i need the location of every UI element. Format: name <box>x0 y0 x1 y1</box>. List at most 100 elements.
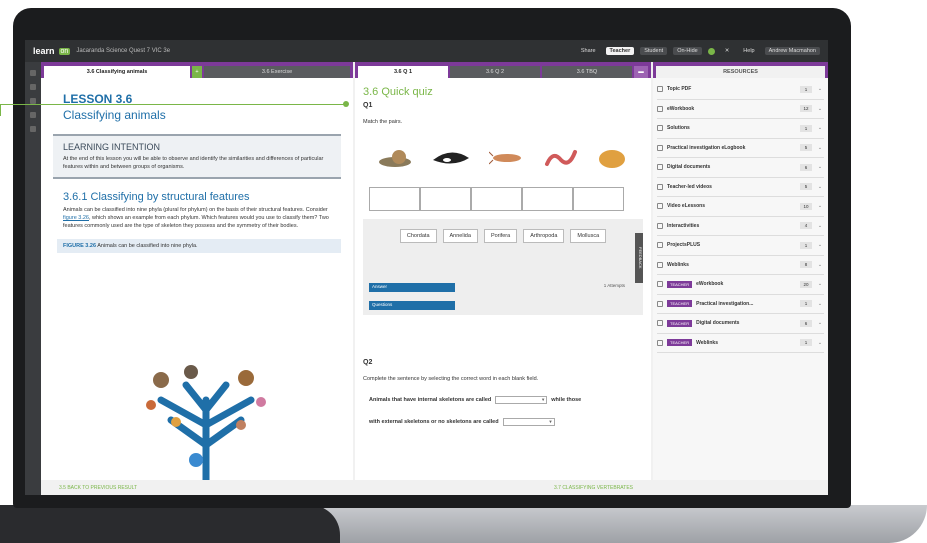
q2-blank-2[interactable]: ▾ <box>502 418 555 426</box>
orca-image <box>433 152 469 164</box>
teacher-toggle[interactable]: Teacher <box>605 47 635 55</box>
help-button[interactable]: Help <box>739 47 758 55</box>
answer-dropdown[interactable]: Answer <box>369 283 455 292</box>
resources-header: RESOURCES <box>653 62 828 78</box>
resource-row[interactable]: Weblinks 8 ⌄ <box>657 256 824 275</box>
resource-count: 6 <box>800 319 812 327</box>
chevron-down-icon[interactable]: ⌄ <box>816 145 824 151</box>
app-logo[interactable]: learn <box>33 46 55 56</box>
resource-name: Topic PDF <box>667 86 692 93</box>
feedback-handle[interactable]: FEEDBACK <box>635 233 643 283</box>
tab-lesson[interactable]: 3.6 Classifying animals <box>44 66 190 78</box>
resource-name: Digital documents <box>696 320 740 327</box>
figure-link[interactable]: figure 3.26 <box>63 215 89 221</box>
chevron-down-icon[interactable]: ⌄ <box>816 281 824 287</box>
previous-link[interactable]: 3.5 BACK TO PREVIOUS RESULT <box>59 485 137 491</box>
resource-row[interactable]: Interactivities 4 ⌄ <box>657 217 824 236</box>
drop-slot-4[interactable] <box>522 187 573 211</box>
drop-slot-3[interactable] <box>471 187 522 211</box>
q2-sentence-a: Animals that have internal skeletons are… <box>369 397 492 403</box>
rail-bookmark-icon[interactable] <box>30 112 36 118</box>
chip-porifera[interactable]: Porifera <box>483 229 518 243</box>
tab-tbq[interactable]: 3.6 TBQ <box>542 66 632 78</box>
resource-count: 5 <box>800 144 812 152</box>
q1-label: Q1 <box>363 102 373 109</box>
title-breadcrumb[interactable]: Jacaranda Science Quest 7 VIC 3e <box>76 48 170 54</box>
chip-annelida[interactable]: Annelida <box>442 229 478 243</box>
phylum-tree-image[interactable] <box>131 360 281 480</box>
resource-row[interactable]: TEACHER Practical investigation... 1 ⌄ <box>657 295 824 314</box>
resource-name: Practical investigation... <box>696 300 754 307</box>
questions-dropdown[interactable]: Questions <box>369 301 455 310</box>
crayfish-image <box>489 151 521 165</box>
resource-row[interactable]: ProjectsPLUS 1 ⌄ <box>657 236 824 256</box>
chip-mollusca[interactable]: Mollusca <box>570 229 607 243</box>
resource-row[interactable]: Topic PDF 1 ⌄ <box>657 80 824 100</box>
share-button[interactable]: Share <box>577 47 600 55</box>
resource-type-icon <box>657 222 663 229</box>
chevron-down-icon[interactable]: ⌄ <box>816 320 824 326</box>
chevron-down-icon[interactable]: ⌄ <box>816 203 824 209</box>
chevron-down-icon[interactable]: ⌄ <box>816 164 824 170</box>
resource-row[interactable]: TEACHER eWorkbook 20 ⌄ <box>657 275 824 295</box>
drop-slot-2[interactable] <box>420 187 471 211</box>
close-icon[interactable]: ✕ <box>721 47 734 55</box>
resource-row[interactable]: Video eLessons 10 ⌄ <box>657 197 824 217</box>
q2-blank-1[interactable]: ▾ <box>495 396 548 404</box>
chip-arthropoda[interactable]: Arthropoda <box>523 229 565 243</box>
chevron-down-icon[interactable]: ⌄ <box>816 86 824 92</box>
tab-more-icon[interactable]: ▬ <box>634 66 648 78</box>
resource-row[interactable]: TEACHER Digital documents 6 ⌄ <box>657 314 824 334</box>
rail-menu-icon[interactable] <box>30 70 36 76</box>
resource-name: Practical investigation eLogbook <box>667 144 746 151</box>
next-link[interactable]: 3.7 CLASSIFYING VERTEBRATES <box>554 485 633 491</box>
chevron-down-icon[interactable]: ⌄ <box>816 125 824 131</box>
chip-chordata[interactable]: Chordata <box>399 229 437 243</box>
chevron-down-icon[interactable]: ⌄ <box>816 301 824 307</box>
resource-row[interactable]: Solutions 1 ⌄ <box>657 119 824 139</box>
resource-count: 20 <box>800 280 812 288</box>
section-heading: 3.6.1 Classifying by structural features <box>63 191 250 204</box>
resource-type-icon <box>657 320 663 327</box>
rail-notes-icon[interactable] <box>30 126 36 132</box>
drop-slot-1[interactable] <box>369 187 420 211</box>
resource-count: 12 <box>800 105 812 113</box>
animal-images-row <box>377 143 651 173</box>
resource-type-icon <box>657 164 663 171</box>
learning-intention-heading: LEARNING INTENTION <box>63 142 161 152</box>
quiz-tab-row: 3.6 Q 1 3.6 Q 2 3.6 TBQ ▬ <box>355 62 651 78</box>
resource-name: Solutions <box>667 125 690 132</box>
resource-type-icon <box>657 281 663 288</box>
page-footer-nav: 3.5 BACK TO PREVIOUS RESULT 3.7 CLASSIFY… <box>41 480 651 495</box>
tab-q2[interactable]: 3.6 Q 2 <box>450 66 540 78</box>
on-hide-toggle[interactable]: On-Hide <box>673 47 702 55</box>
left-rail <box>25 62 41 495</box>
drop-slot-5[interactable] <box>573 187 624 211</box>
resource-row[interactable]: TEACHER Weblinks 1 ⌄ <box>657 334 824 353</box>
tab-exercise[interactable]: 3.6 Exercise <box>204 66 350 78</box>
resource-count: 6 <box>800 163 812 171</box>
chevron-down-icon[interactable]: ⌄ <box>816 340 824 346</box>
resource-name: Weblinks <box>667 261 689 268</box>
chevron-down-icon[interactable]: ⌄ <box>816 242 824 248</box>
chevron-down-icon[interactable]: ⌄ <box>816 106 824 112</box>
q2-sentence-b: while those <box>551 397 582 403</box>
resource-count: 1 <box>800 300 812 308</box>
chevron-down-icon[interactable]: ⌄ <box>816 184 824 190</box>
teacher-badge: TEACHER <box>667 280 693 288</box>
resource-row[interactable]: eWorkbook 12 ⌄ <box>657 100 824 119</box>
resource-row[interactable]: Practical investigation eLogbook 5 ⌄ <box>657 139 824 158</box>
learning-intention-text: At the end of this lesson you will be ab… <box>63 156 324 170</box>
q2-instruction: Complete the sentence by selecting the c… <box>363 376 539 382</box>
tab-add-icon[interactable]: + <box>192 66 202 78</box>
tab-q1[interactable]: 3.6 Q 1 <box>358 66 448 78</box>
resource-row[interactable]: Teacher-led videos 5 ⌄ <box>657 178 824 197</box>
student-toggle[interactable]: Student <box>640 47 668 55</box>
rail-book-icon[interactable] <box>30 84 36 90</box>
user-menu[interactable]: Andrew Macmahon <box>764 47 820 55</box>
resource-row[interactable]: Digital documents 6 ⌄ <box>657 158 824 178</box>
chevron-down-icon[interactable]: ⌄ <box>816 262 824 268</box>
resource-count: 8 <box>800 261 812 269</box>
q1-instruction: Match the pairs. <box>363 119 403 125</box>
chevron-down-icon[interactable]: ⌄ <box>816 223 824 229</box>
